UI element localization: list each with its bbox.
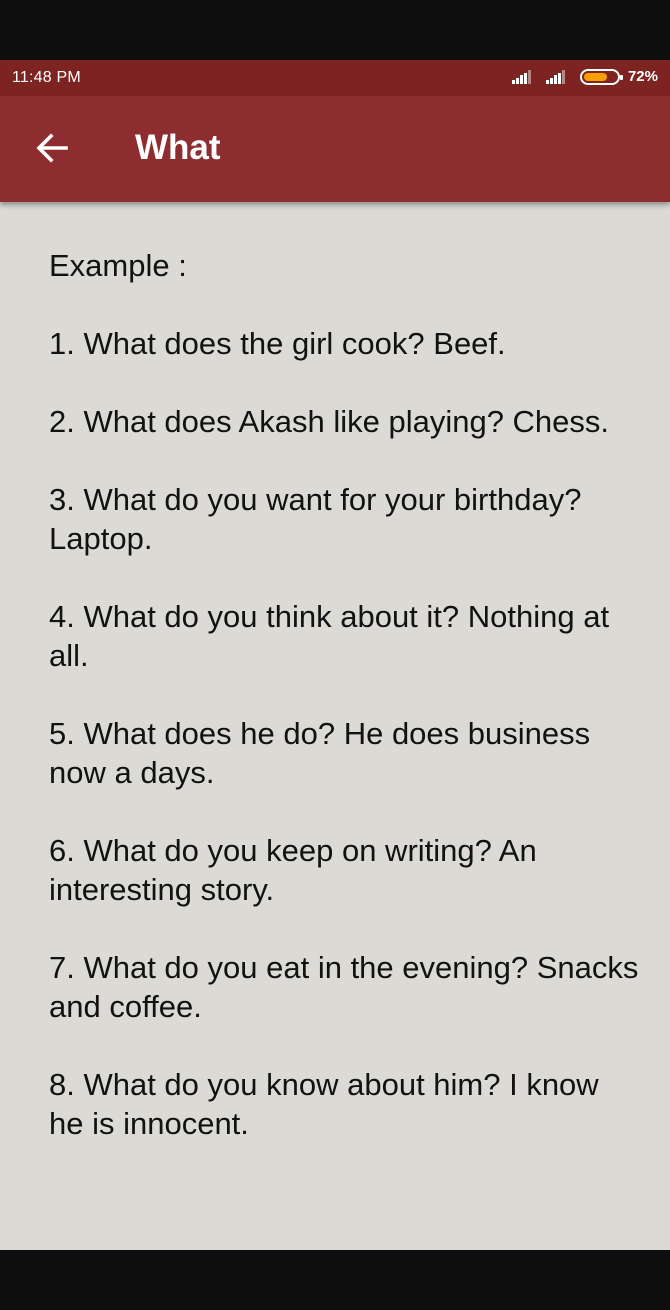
signal-icon xyxy=(545,69,568,84)
status-bar: 11:48 PM 72% xyxy=(0,60,670,96)
navigation-bar xyxy=(0,1250,670,1310)
battery-percent: 72% xyxy=(627,68,658,85)
battery-icon xyxy=(579,68,623,85)
app-bar: What xyxy=(0,96,670,202)
examples-text: Example : 1. What does the girl cook? Be… xyxy=(49,248,639,1141)
content-area[interactable]: Example : 1. What does the girl cook? Be… xyxy=(0,202,670,1250)
status-time: 11:48 PM xyxy=(12,69,81,86)
back-button[interactable] xyxy=(22,124,82,172)
top-system-area xyxy=(0,0,670,60)
battery-tip xyxy=(619,74,623,80)
signal-icon xyxy=(511,69,534,84)
arrow-left-icon xyxy=(36,133,68,163)
page-title: What xyxy=(135,128,221,167)
status-indicators: 72% xyxy=(511,68,658,85)
battery-level xyxy=(583,72,607,81)
